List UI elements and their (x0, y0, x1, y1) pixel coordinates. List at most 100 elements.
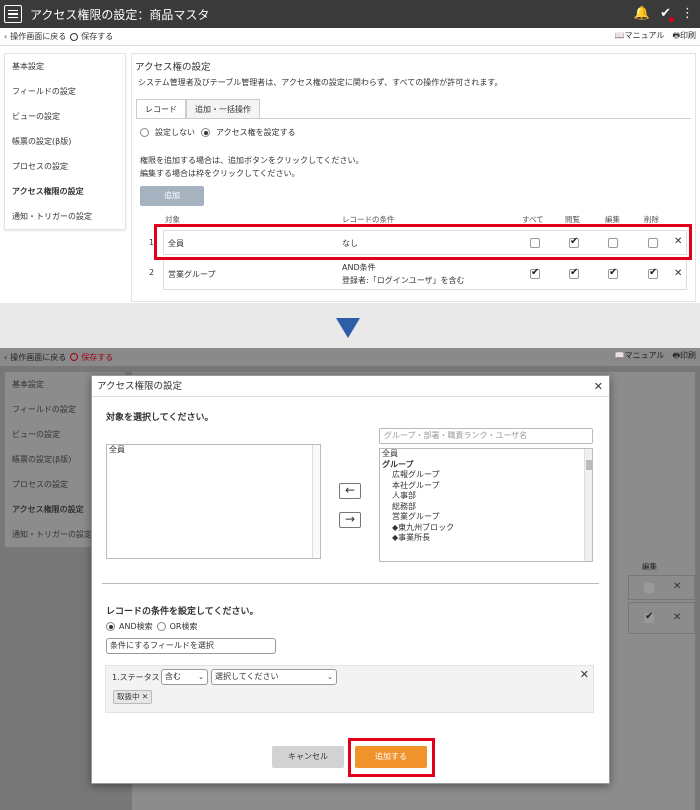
delete-row-icon[interactable]: ✕ (674, 268, 682, 279)
selected-targets-list[interactable]: 全員 (106, 444, 321, 559)
notification-dot (669, 17, 674, 22)
search-mode-radios: AND検索 OR検索 (106, 621, 197, 632)
list-item[interactable]: 総務部 (380, 502, 592, 513)
circle-icon (70, 32, 79, 41)
sidebar-item-forms[interactable]: 帳票の設定(β版) (5, 129, 125, 154)
sidebar-item-basic[interactable]: 基本設定 (5, 54, 125, 79)
delete-row-icon[interactable]: ✕ (673, 612, 681, 623)
print-link[interactable]: 🖶印刷 (672, 30, 696, 44)
sidebar-item-process[interactable]: プロセスの設定 (5, 154, 125, 179)
scrollbar[interactable] (584, 449, 592, 561)
scrollbar[interactable] (312, 445, 320, 558)
value-tag: 取扱中 ✕ (113, 690, 153, 704)
chevron-left-icon: ‹ (4, 352, 8, 362)
highlight-box (348, 738, 435, 777)
list-item[interactable]: 全員 (380, 449, 592, 460)
tag-label: 取扱中 (117, 692, 140, 701)
arrow-right-icon[interactable]: → (339, 512, 361, 528)
radio-and[interactable] (106, 622, 115, 631)
page-title: アクセス権の設定 (135, 62, 211, 73)
checkbox-edit[interactable] (608, 267, 618, 279)
col-edit: 編集 (642, 562, 657, 571)
and-label: AND検索 (119, 622, 153, 631)
list-item[interactable]: グループ (380, 460, 592, 471)
help-line-2: 編集する場合は枠をクリックしてください。 (140, 169, 300, 178)
chevron-down-icon: ⌄ (198, 673, 204, 681)
cancel-button[interactable]: キャンセル (272, 746, 344, 768)
tab-divider (136, 118, 691, 119)
sidebar-item-fields[interactable]: フィールドの設定 (5, 79, 125, 104)
checkbox-delete[interactable] (644, 583, 654, 593)
value-select[interactable]: 選択してください ⌄ (211, 669, 337, 685)
circle-icon (70, 353, 79, 361)
print-link[interactable]: 🖶印刷 (672, 350, 696, 364)
radio-set-access[interactable] (201, 128, 210, 137)
tag-remove-icon[interactable]: ✕ (142, 692, 148, 701)
add-permission-button[interactable]: 追加 (140, 186, 204, 206)
app-titlebar: アクセス権限の設定：商品マスタ 🔔 ✔ ⋮ (0, 0, 700, 28)
field-select[interactable]: 条件にするフィールドを選択 (106, 638, 276, 654)
list-item[interactable]: ◆事業所長 (380, 533, 592, 544)
save-button[interactable]: 保存する (70, 31, 113, 42)
checkbox-delete[interactable] (648, 267, 658, 279)
bell-icon[interactable]: 🔔 (634, 6, 650, 21)
target-search-input[interactable]: グループ・部署・職責ランク・ユーザ名 (379, 428, 593, 444)
close-icon[interactable]: ✕ (594, 376, 603, 397)
checkbox-view[interactable] (569, 267, 579, 279)
row-target: 営業グループ (168, 270, 216, 279)
help-text: 権限を追加する場合は、追加ボタンをクリックしてください。 編集する場合は枠をクリ… (140, 154, 364, 180)
tab-record[interactable]: レコード (136, 99, 186, 119)
sidebar-item-views[interactable]: ビューの設定 (5, 104, 125, 129)
radio-or[interactable] (156, 622, 166, 631)
table-row[interactable]: ✕ (628, 602, 695, 634)
print-label: 印刷 (680, 351, 696, 360)
scrollbar-thumb[interactable] (586, 460, 592, 470)
back-label: 操作画面に戻る (10, 352, 67, 362)
book-icon: 📖 (614, 351, 625, 360)
list-item[interactable]: 広報グループ (380, 470, 592, 481)
table-row[interactable]: ✕ (628, 575, 695, 600)
check-icon[interactable]: ✔ (660, 6, 674, 22)
checkbox-all[interactable] (530, 267, 540, 279)
list-item[interactable]: ◆東九州ブロック (380, 523, 592, 534)
delete-row-icon[interactable]: ✕ (673, 581, 681, 592)
save-label: 保存する (81, 32, 114, 41)
dialog-title: アクセス権限の設定 (97, 381, 183, 392)
more-vertical-icon[interactable]: ⋮ (681, 6, 694, 21)
radio-none[interactable] (140, 128, 149, 137)
manual-link[interactable]: 📖マニュアル (615, 30, 665, 44)
hamburger-menu-icon[interactable] (4, 5, 22, 23)
table-row[interactable]: 営業グループ AND条件 登録者:「ログインユーザ」を含む ✕ (163, 258, 687, 290)
print-label: 印刷 (680, 30, 696, 40)
back-button[interactable]: ‹ 操作画面に戻る (4, 31, 66, 42)
list-item[interactable]: 営業グループ (380, 512, 592, 523)
manual-label: マニュアル (624, 30, 665, 40)
highlight-box (154, 224, 692, 260)
manual-link[interactable]: 📖マニュアル (615, 350, 665, 364)
checkbox-delete[interactable] (644, 611, 654, 623)
app-title: アクセス権限の設定：商品マスタ (30, 7, 210, 22)
row-condition-detail: 登録者:「ログインユーザ」を含む (342, 276, 465, 285)
available-targets-list[interactable]: 全員 グループ 広報グループ 本社グループ 人事部 総務部 営業グループ ◆東九… (379, 448, 593, 562)
radio-set-label: アクセス権を設定する (216, 128, 296, 137)
arrow-down-icon (336, 318, 360, 338)
list-item[interactable]: 全員 (107, 445, 320, 456)
list-item[interactable]: 本社グループ (380, 481, 592, 492)
radio-none-label: 設定しない (155, 128, 195, 137)
save-button[interactable]: 保存する (70, 352, 113, 363)
sidebar-item-access[interactable]: アクセス権限の設定 (5, 179, 125, 204)
book-icon: 📖 (614, 30, 625, 40)
remove-condition-icon[interactable]: ✕ (580, 668, 589, 681)
conditions-label: レコードの条件を設定してください。 (106, 607, 259, 617)
arrow-left-icon[interactable]: ← (339, 483, 361, 499)
row-condition: AND条件 (342, 263, 376, 272)
tab-add-bulk[interactable]: 追加・一括操作 (186, 99, 260, 119)
action-bar: ‹ 操作画面に戻る 保存する 📖マニュアル 🖶印刷 (0, 28, 700, 46)
operator-select[interactable]: 含む ⌄ (161, 669, 208, 685)
back-button[interactable]: ‹ 操作画面に戻る (4, 352, 66, 363)
save-label: 保存する (81, 352, 114, 362)
back-label: 操作画面に戻る (10, 32, 67, 41)
sidebar-item-notifications[interactable]: 通知・トリガーの設定 (5, 204, 125, 229)
help-line-1: 権限を追加する場合は、追加ボタンをクリックしてください。 (140, 156, 364, 165)
list-item[interactable]: 人事部 (380, 491, 592, 502)
